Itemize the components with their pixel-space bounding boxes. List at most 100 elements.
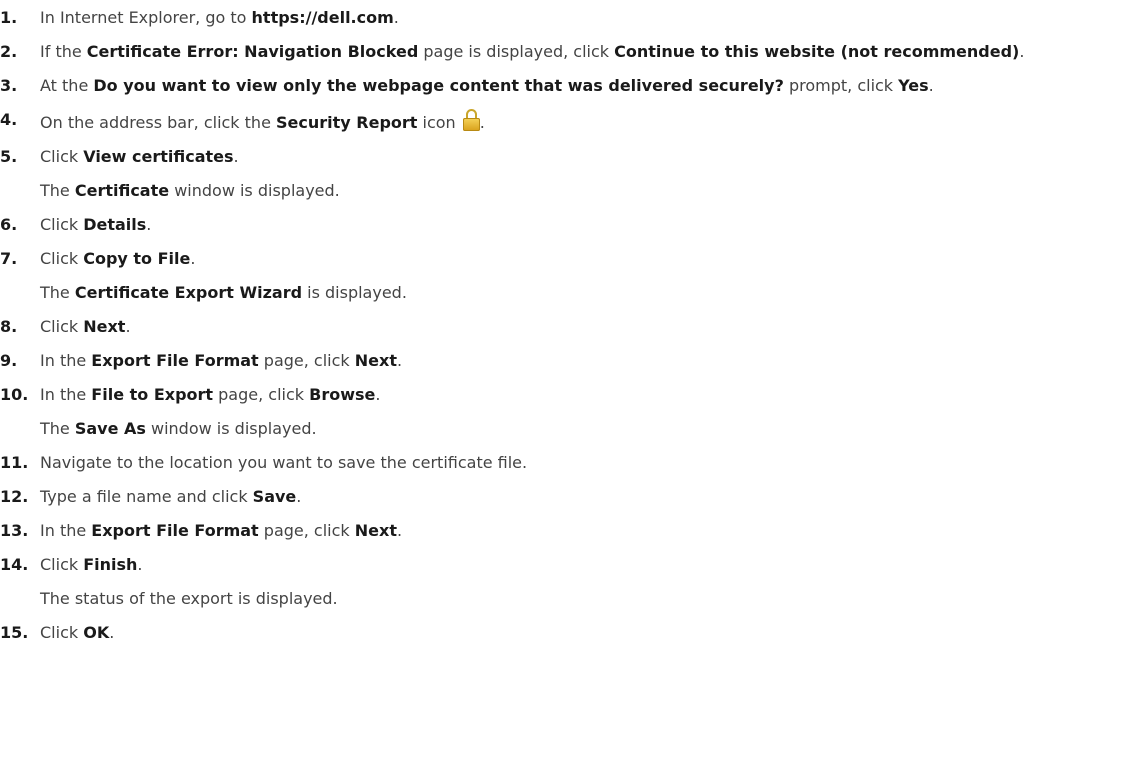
step-text: In the: [40, 521, 92, 540]
step-item: 13. In the Export File Format page, click…: [0, 520, 1147, 542]
step-result: The Save As window is displayed.: [40, 418, 1135, 440]
step-item: 1. In Internet Explorer, go to https://de…: [0, 7, 1147, 29]
step-instruction: Type a file name and click Save.: [40, 486, 1135, 508]
step-text: Click: [40, 249, 84, 268]
step-text: page, click: [258, 521, 355, 540]
step-number: 6.: [0, 215, 18, 234]
step-number: 8.: [0, 317, 18, 336]
step-instruction: Click Next.: [40, 316, 1135, 338]
step-text: .: [1019, 42, 1025, 61]
step-instruction: Click Finish.: [40, 554, 1135, 576]
step-number: 7.: [0, 249, 18, 268]
ui-term: Finish: [83, 555, 138, 574]
step-number: 10.: [0, 385, 29, 404]
step-text: Click: [40, 555, 84, 574]
step-number: 13.: [0, 521, 29, 540]
ui-term: Save: [252, 487, 297, 506]
step-number: 5.: [0, 147, 18, 166]
step-text: .: [375, 385, 381, 404]
step-text: The status of the export is displayed.: [40, 589, 338, 608]
step-text: window is displayed.: [145, 419, 317, 438]
step-text: .: [109, 623, 115, 642]
step-text: If the: [40, 42, 87, 61]
step-item: 4. On the address bar, click the Security…: [0, 109, 1147, 134]
ui-term: Yes: [898, 76, 929, 95]
step-number: 3.: [0, 76, 18, 95]
step-text: Click: [40, 317, 84, 336]
step-text: .: [137, 555, 143, 574]
step-text: is displayed.: [302, 283, 407, 302]
ui-term: Save As: [74, 419, 146, 438]
step-text: window is displayed.: [169, 181, 340, 200]
step-item: 7. Click Copy to File. The Certificate Exp…: [0, 248, 1147, 304]
step-number: 12.: [0, 487, 29, 506]
step-text: Click: [40, 215, 84, 234]
step-instruction: Click Copy to File.: [40, 248, 1135, 270]
step-item: 14. Click Finish. The status of the export…: [0, 554, 1147, 610]
step-instruction: In the Export File Format page, click Ne…: [40, 520, 1135, 542]
ui-term: Copy to File: [83, 249, 191, 268]
step-number: 15.: [0, 623, 29, 642]
ui-term: File to Export: [91, 385, 214, 404]
step-text: On the address bar, click the: [40, 113, 276, 132]
step-item: 15. Click OK.: [0, 622, 1147, 644]
ui-term: OK: [83, 623, 110, 642]
step-instruction: Click OK.: [40, 622, 1135, 644]
ui-term: Certificate Error: Navigation Blocked: [86, 42, 419, 61]
step-number: 9.: [0, 351, 18, 370]
ui-term: Next: [83, 317, 126, 336]
step-number: 4.: [0, 110, 18, 129]
step-instruction: At the Do you want to view only the webp…: [40, 75, 1135, 97]
step-text: .: [146, 215, 152, 234]
step-result: The Certificate Export Wizard is display…: [40, 282, 1135, 304]
step-instruction: Click Details.: [40, 214, 1135, 236]
ui-term: Certificate: [74, 181, 170, 200]
lock-icon: [462, 109, 480, 131]
step-text: .: [396, 521, 403, 540]
step-text: Click: [40, 147, 84, 166]
ui-term: Continue to this website (not recommende…: [614, 42, 1020, 61]
step-text: The: [40, 419, 75, 438]
step-text: At the: [40, 76, 94, 95]
step-text: In Internet Explorer, go to: [40, 8, 252, 27]
step-text: Type a file name and click: [40, 487, 253, 506]
step-instruction: In the Export File Format page, click Ne…: [40, 350, 1135, 372]
step-text: Click: [40, 623, 84, 642]
ui-term: View certificates: [83, 147, 234, 166]
step-instruction: Click View certificates.: [40, 146, 1135, 168]
step-item: 3. At the Do you want to view only the we…: [0, 75, 1147, 97]
step-text: .: [125, 317, 131, 336]
step-text: page, click: [213, 385, 310, 404]
ui-term: https://dell.com: [251, 8, 394, 27]
step-text: prompt, click: [783, 76, 899, 95]
step-result: The status of the export is displayed.: [40, 588, 1135, 610]
step-instruction: If the Certificate Error: Navigation Blo…: [40, 41, 1135, 63]
step-item: 12. Type a file name and click Save.: [0, 486, 1147, 508]
step-instruction: Navigate to the location you want to sav…: [40, 452, 1135, 474]
step-item: 10. In the File to Export page, click Bro…: [0, 384, 1147, 440]
ui-term: Next: [354, 521, 397, 540]
ui-term: Next: [354, 351, 397, 370]
step-item: 9. In the Export File Format page, click …: [0, 350, 1147, 372]
ui-term: Export File Format: [91, 521, 259, 540]
step-item: 2. If the Certificate Error: Navigation B…: [0, 41, 1147, 63]
step-instruction: On the address bar, click the Security R…: [40, 109, 1135, 134]
step-number: 11.: [0, 453, 29, 472]
step-number: 14.: [0, 555, 29, 574]
step-instruction: In the File to Export page, click Browse…: [40, 384, 1135, 406]
step-result: The Certificate window is displayed.: [40, 180, 1135, 202]
ui-term: Browse: [309, 385, 376, 404]
step-text: In the: [40, 385, 92, 404]
step-item: 11. Navigate to the location you want to …: [0, 452, 1147, 474]
step-item: 6. Click Details.: [0, 214, 1147, 236]
ui-term: Security Report: [276, 113, 418, 132]
step-text: .: [190, 249, 196, 268]
ui-term: Export File Format: [91, 351, 259, 370]
ui-term: Details: [83, 215, 147, 234]
step-text: icon: [417, 113, 461, 132]
instruction-steps: 1. In Internet Explorer, go to https://de…: [0, 0, 1147, 644]
step-text: Navigate to the location you want to sav…: [40, 453, 528, 472]
step-text: .: [396, 351, 403, 370]
step-text: page, click: [258, 351, 355, 370]
step-item: 8. Click Next.: [0, 316, 1147, 338]
